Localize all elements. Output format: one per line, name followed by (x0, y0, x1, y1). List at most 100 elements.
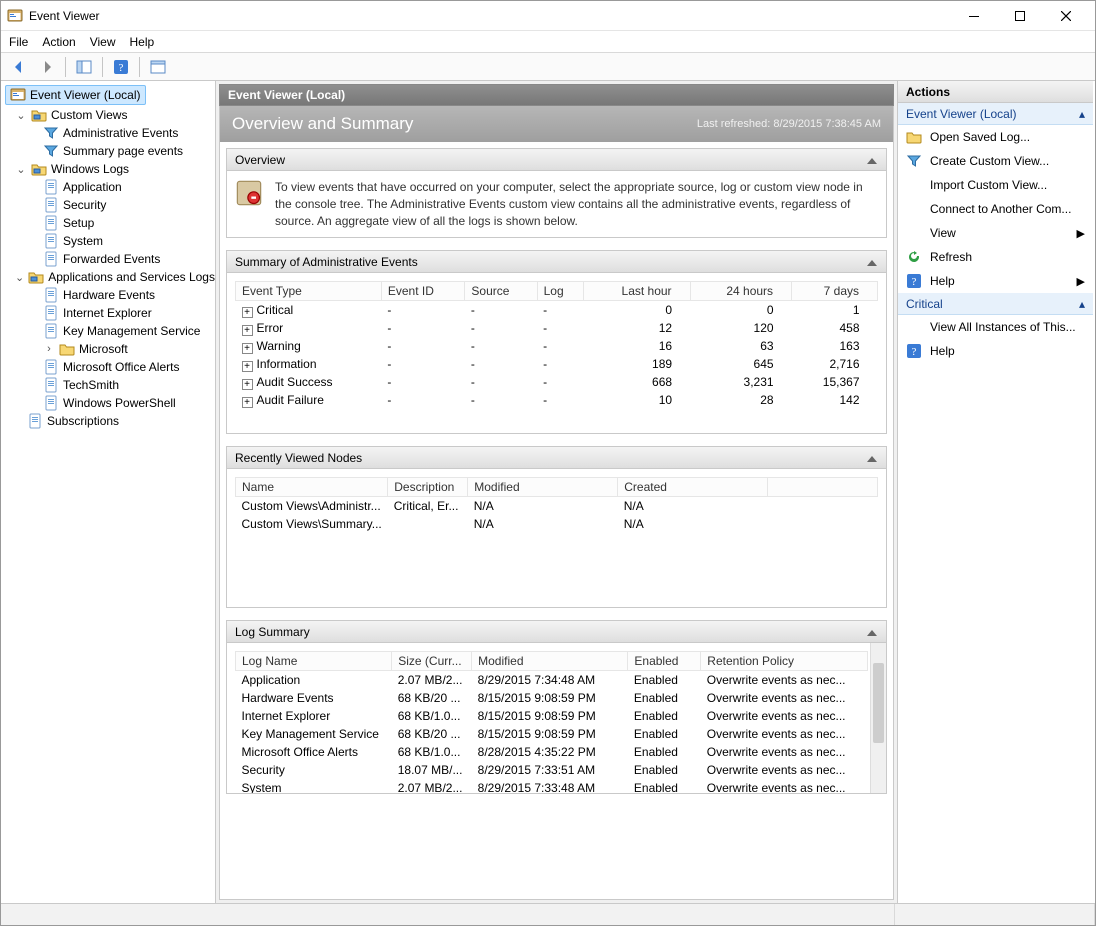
tree-summary-events[interactable]: Summary page events (41, 142, 213, 160)
column-header[interactable]: Name (236, 478, 388, 497)
column-header[interactable]: Log Name (236, 652, 392, 671)
show-hide-tree-button[interactable] (72, 56, 96, 78)
show-hide-action-button[interactable] (146, 56, 170, 78)
tree-log-item[interactable]: TechSmith (41, 376, 213, 394)
summary-row[interactable]: +Information --- 1896452,716 (236, 355, 878, 373)
summary-row[interactable]: +Audit Success --- 6683,23115,367 (236, 373, 878, 391)
collapse-icon[interactable] (864, 625, 878, 639)
book-icon (235, 179, 263, 207)
recent-row[interactable]: Custom Views\Summary...N/AN/A (236, 515, 878, 533)
summary-row[interactable]: +Critical --- 001 (236, 301, 878, 320)
expand-icon[interactable]: + (242, 379, 253, 390)
help-button[interactable] (109, 56, 133, 78)
actions-section-critical[interactable]: Critical ▴ (898, 293, 1093, 315)
column-header[interactable]: Retention Policy (701, 652, 868, 671)
action-item[interactable]: View All Instances of This... (898, 315, 1093, 339)
titlebar: Event Viewer (1, 1, 1095, 31)
log-row[interactable]: Application2.07 MB/2...8/29/2015 7:34:48… (236, 671, 868, 690)
close-button[interactable] (1043, 2, 1089, 30)
collapse-icon[interactable] (864, 255, 878, 269)
collapse-icon[interactable]: ⌄ (15, 271, 24, 284)
forward-button[interactable] (35, 56, 59, 78)
action-label: Import Custom View... (930, 178, 1047, 192)
action-item[interactable]: Import Custom View... (898, 173, 1093, 197)
expand-icon[interactable]: + (242, 397, 253, 408)
menu-action[interactable]: Action (42, 35, 75, 49)
summary-row[interactable]: +Warning --- 1663163 (236, 337, 878, 355)
collapse-icon[interactable]: ⌄ (15, 163, 27, 176)
log-summary-table[interactable]: Log NameSize (Curr...ModifiedEnabledRete… (235, 651, 868, 793)
menu-file[interactable]: File (9, 35, 28, 49)
expand-icon[interactable]: + (242, 325, 253, 336)
expand-icon[interactable]: + (242, 307, 253, 318)
action-item[interactable]: Connect to Another Com... (898, 197, 1093, 221)
tree-log-item[interactable]: Forwarded Events (41, 250, 213, 268)
column-header[interactable]: Modified (468, 478, 618, 497)
action-item[interactable]: Create Custom View... (898, 149, 1093, 173)
column-header[interactable]: Log (537, 282, 584, 301)
column-header[interactable]: Event ID (381, 282, 465, 301)
tree-log-item[interactable]: Hardware Events (41, 286, 213, 304)
log-row[interactable]: System2.07 MB/2...8/29/2015 7:33:48 AMEn… (236, 779, 868, 793)
action-item[interactable]: Refresh (898, 245, 1093, 269)
action-item[interactable]: Open Saved Log... (898, 125, 1093, 149)
tree-custom-views[interactable]: ⌄ Custom Views (13, 106, 213, 124)
expand-icon[interactable]: + (242, 361, 253, 372)
action-item[interactable]: Help (898, 339, 1093, 363)
tree-admin-events[interactable]: Administrative Events (41, 124, 213, 142)
log-row[interactable]: Security18.07 MB/...8/29/2015 7:33:51 AM… (236, 761, 868, 779)
tree-log-item[interactable]: Key Management Service (41, 322, 213, 340)
tree-log-item[interactable]: Windows PowerShell (41, 394, 213, 412)
center-header: Event Viewer (Local) (219, 84, 894, 106)
maximize-button[interactable] (997, 2, 1043, 30)
column-header[interactable]: Source (465, 282, 537, 301)
tree-log-item[interactable]: System (41, 232, 213, 250)
summary-row[interactable]: +Audit Failure --- 1028142 (236, 391, 878, 409)
tree-windows-logs[interactable]: ⌄ Windows Logs (13, 160, 213, 178)
collapse-icon[interactable] (864, 451, 878, 465)
tree-log-item[interactable]: Internet Explorer (41, 304, 213, 322)
minimize-button[interactable] (951, 2, 997, 30)
log-row[interactable]: Internet Explorer68 KB/1.0...8/15/2015 9… (236, 707, 868, 725)
column-header[interactable]: Event Type (236, 282, 382, 301)
tree-log-item[interactable]: Setup (41, 214, 213, 232)
log-row[interactable]: Key Management Service68 KB/20 ...8/15/2… (236, 725, 868, 743)
action-item[interactable]: Help ▶ (898, 269, 1093, 293)
tree-log-item[interactable]: › Microsoft (41, 340, 213, 358)
expand-icon[interactable]: › (43, 343, 55, 355)
collapse-icon[interactable]: ▴ (1079, 297, 1085, 311)
recent-row[interactable]: Custom Views\Administr...Critical, Er...… (236, 497, 878, 516)
collapse-icon[interactable]: ▴ (1079, 107, 1085, 121)
tree-log-item[interactable]: Microsoft Office Alerts (41, 358, 213, 376)
actions-section-local[interactable]: Event Viewer (Local) ▴ (898, 103, 1093, 125)
tree-log-item[interactable]: Security (41, 196, 213, 214)
column-header[interactable] (768, 478, 878, 497)
menu-help[interactable]: Help (130, 35, 155, 49)
tree-apps-logs[interactable]: ⌄ Applications and Services Logs (13, 268, 213, 286)
column-header[interactable]: Last hour (584, 282, 690, 301)
collapse-icon[interactable]: ⌄ (15, 109, 27, 122)
summary-table[interactable]: Event TypeEvent IDSourceLogLast hour24 h… (235, 281, 878, 409)
column-header[interactable]: Description (388, 478, 468, 497)
action-item[interactable]: View ▶ (898, 221, 1093, 245)
scrollbar-thumb[interactable] (873, 663, 884, 743)
menu-view[interactable]: View (90, 35, 116, 49)
column-header[interactable]: Size (Curr... (392, 652, 472, 671)
recent-table[interactable]: NameDescriptionModifiedCreated Custom Vi… (235, 477, 878, 533)
column-header[interactable]: 24 hours (690, 282, 791, 301)
summary-row[interactable]: +Error --- 12120458 (236, 319, 878, 337)
tree-root[interactable]: Event Viewer (Local) (5, 85, 146, 105)
scrollbar[interactable] (870, 643, 886, 793)
log-row[interactable]: Hardware Events68 KB/20 ...8/15/2015 9:0… (236, 689, 868, 707)
column-header[interactable]: Modified (472, 652, 628, 671)
console-tree[interactable]: Event Viewer (Local) ⌄ Custom Views Admi… (1, 81, 216, 903)
column-header[interactable]: 7 days (792, 282, 878, 301)
tree-log-item[interactable]: Application (41, 178, 213, 196)
column-header[interactable]: Enabled (628, 652, 701, 671)
collapse-icon[interactable] (864, 153, 878, 167)
tree-subscriptions[interactable]: Subscriptions (13, 412, 213, 430)
expand-icon[interactable]: + (242, 343, 253, 354)
column-header[interactable]: Created (618, 478, 768, 497)
log-row[interactable]: Microsoft Office Alerts68 KB/1.0...8/28/… (236, 743, 868, 761)
back-button[interactable] (7, 56, 31, 78)
